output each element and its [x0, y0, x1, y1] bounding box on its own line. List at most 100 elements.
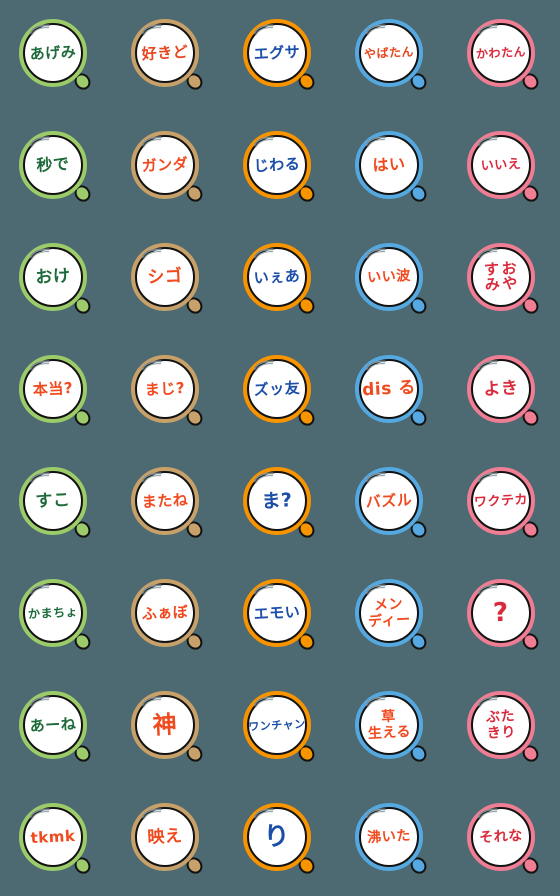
magnifier-lens-ring	[19, 691, 87, 759]
magnifier-frame: またね	[131, 467, 206, 541]
emoji-cell-iie[interactable]: いいえ	[448, 112, 560, 224]
emoji-cell-fabo[interactable]: ふぁぼ	[112, 560, 224, 672]
magnifier-frame: それな	[467, 803, 542, 877]
emoji-cell-byoude[interactable]: 秒で	[0, 112, 112, 224]
magnifier-frame: はい	[355, 131, 430, 205]
magnifier-lens-ring	[467, 355, 535, 423]
emoji-cell-wanchan[interactable]: ワンチャン	[224, 672, 336, 784]
emoji-cell-question[interactable]: ?	[448, 560, 560, 672]
magnifier-frame: 草生える	[355, 691, 430, 765]
magnifier-lens-ring	[243, 19, 311, 87]
magnifier-frame: 秒で	[19, 131, 94, 205]
emoji-cell-kamacho[interactable]: かまちょ	[0, 560, 112, 672]
magnifier-frame: バズル	[355, 467, 430, 541]
emoji-cell-kusahaeru[interactable]: 草生える	[336, 672, 448, 784]
magnifier-frame: あーね	[19, 691, 94, 765]
magnifier-frame: dis る	[355, 355, 430, 429]
emoji-cell-mendi[interactable]: メン ディー	[336, 560, 448, 672]
magnifier-frame: エグサ	[243, 19, 318, 93]
emoji-cell-yabatan[interactable]: やばたん	[336, 0, 448, 112]
emoji-cell-ma[interactable]: ま?	[224, 448, 336, 560]
emoji-cell-ganda[interactable]: ガンダ	[112, 112, 224, 224]
magnifier-frame: エモい	[243, 579, 318, 653]
magnifier-frame: ま?	[243, 467, 318, 541]
emoji-cell-oke[interactable]: おけ	[0, 224, 112, 336]
magnifier-lens-ring	[355, 131, 423, 199]
magnifier-lens-ring	[467, 19, 535, 87]
magnifier-lens-ring	[467, 467, 535, 535]
magnifier-lens-ring	[131, 355, 199, 423]
magnifier-lens-ring	[19, 467, 87, 535]
magnifier-lens-ring	[243, 467, 311, 535]
magnifier-lens-ring	[19, 19, 87, 87]
magnifier-lens-ring	[355, 579, 423, 647]
magnifier-frame: まじ?	[131, 355, 206, 429]
emoji-cell-sorena[interactable]: それな	[448, 784, 560, 896]
magnifier-lens-ring	[19, 803, 87, 871]
emoji-cell-sukido[interactable]: 好きど	[112, 0, 224, 112]
magnifier-frame: メン ディー	[355, 579, 430, 653]
magnifier-lens-ring	[467, 803, 535, 871]
magnifier-lens-ring	[243, 243, 311, 311]
emoji-cell-disuru[interactable]: dis る	[336, 336, 448, 448]
magnifier-frame: すこ	[19, 467, 94, 541]
emoji-cell-wakuteka[interactable]: ワクテカ	[448, 448, 560, 560]
magnifier-frame: ワクテカ	[467, 467, 542, 541]
emoji-cell-tkmk[interactable]: tkmk	[0, 784, 112, 896]
magnifier-lens-ring	[131, 691, 199, 759]
magnifier-frame: 本当?	[19, 355, 94, 429]
magnifier-lens-ring	[355, 803, 423, 871]
emoji-cell-egusa[interactable]: エグサ	[224, 0, 336, 112]
magnifier-frame: いぇあ	[243, 243, 318, 317]
magnifier-frame: あげみ	[19, 19, 94, 93]
magnifier-frame: おやすみ	[467, 243, 542, 317]
magnifier-lens-ring	[243, 579, 311, 647]
magnifier-lens-ring	[243, 691, 311, 759]
magnifier-lens-ring	[19, 243, 87, 311]
magnifier-frame: かまちょ	[19, 579, 94, 653]
magnifier-frame: ふぁぼ	[131, 579, 206, 653]
emoji-cell-maji[interactable]: まじ?	[112, 336, 224, 448]
emoji-cell-ri[interactable]: り	[224, 784, 336, 896]
magnifier-frame: ?	[467, 579, 542, 653]
magnifier-frame: 好きど	[131, 19, 206, 93]
magnifier-lens-ring	[19, 131, 87, 199]
emoji-cell-suko[interactable]: すこ	[0, 448, 112, 560]
emoji-cell-emoi[interactable]: エモい	[224, 560, 336, 672]
emoji-cell-yoki[interactable]: よき	[448, 336, 560, 448]
magnifier-lens-ring	[243, 131, 311, 199]
magnifier-lens-ring	[131, 131, 199, 199]
magnifier-lens-ring	[243, 803, 311, 871]
magnifier-frame: り	[243, 803, 318, 877]
emoji-cell-hontou[interactable]: 本当?	[0, 336, 112, 448]
emoji-cell-kami[interactable]: 神	[112, 672, 224, 784]
magnifier-frame: tkmk	[19, 803, 94, 877]
magnifier-lens-ring	[467, 131, 535, 199]
emoji-cell-aane[interactable]: あーね	[0, 672, 112, 784]
emoji-cell-butakiri[interactable]: ぶた きり	[448, 672, 560, 784]
emoji-cell-oyasumi[interactable]: おやすみ	[448, 224, 560, 336]
emoji-cell-iea[interactable]: いぇあ	[224, 224, 336, 336]
magnifier-lens-ring	[131, 467, 199, 535]
magnifier-frame: ぶた きり	[467, 691, 542, 765]
magnifier-frame: いいえ	[467, 131, 542, 205]
magnifier-lens-ring	[355, 691, 423, 759]
emoji-cell-kawatan[interactable]: かわたん	[448, 0, 560, 112]
emoji-cell-bae[interactable]: 映え	[112, 784, 224, 896]
emoji-cell-matane[interactable]: またね	[112, 448, 224, 560]
magnifier-lens-ring	[131, 803, 199, 871]
emoji-cell-bazuru[interactable]: バズル	[336, 448, 448, 560]
magnifier-frame: ズッ友	[243, 355, 318, 429]
emoji-cell-hai[interactable]: はい	[336, 112, 448, 224]
magnifier-lens-ring	[467, 243, 535, 311]
magnifier-frame: 映え	[131, 803, 206, 877]
magnifier-frame: シゴ	[131, 243, 206, 317]
emoji-cell-waita[interactable]: 沸いた	[336, 784, 448, 896]
emoji-cell-zuttomo[interactable]: ズッ友	[224, 336, 336, 448]
magnifier-frame: 神	[131, 691, 206, 765]
emoji-cell-iinami[interactable]: いい波	[336, 224, 448, 336]
magnifier-frame: おけ	[19, 243, 94, 317]
emoji-cell-agemi[interactable]: あげみ	[0, 0, 112, 112]
emoji-cell-jiwaru[interactable]: じわる	[224, 112, 336, 224]
emoji-cell-shigo[interactable]: シゴ	[112, 224, 224, 336]
